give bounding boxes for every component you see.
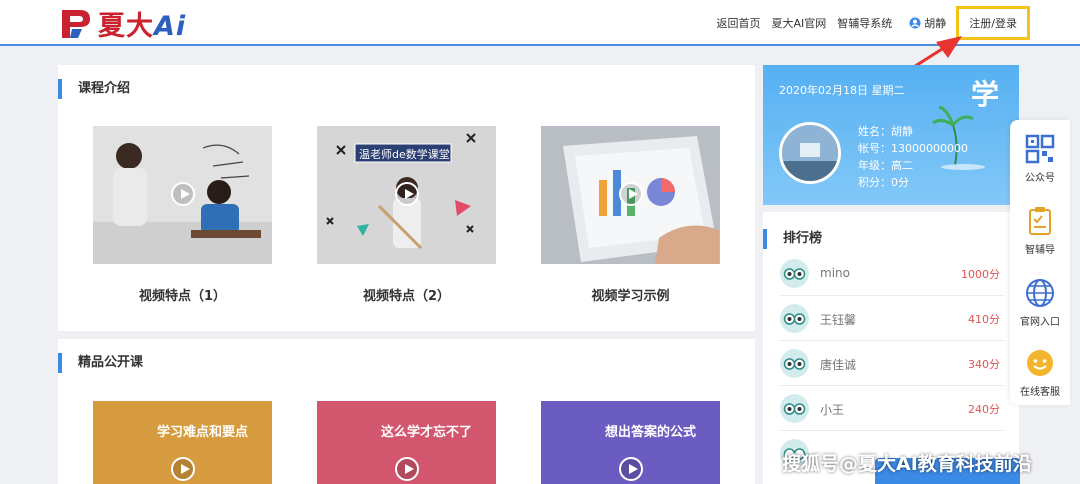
profile-info: 姓名：胡静 帐号：13000000000 年级：高二 积分：0分 xyxy=(858,123,968,191)
video-board-text: 温老师de数学课堂 xyxy=(359,148,450,161)
course-intro-card: 课程介绍 视频特点（1） 温老师de数学课堂 视频特点（2） 视频学习示例 xyxy=(58,65,755,331)
course-intro-title: 课程介绍 xyxy=(58,79,130,99)
list-item[interactable]: 小王 240分 xyxy=(780,386,1004,431)
rank-name: 唐佳诚 xyxy=(820,358,857,372)
clipboard-icon xyxy=(1029,207,1051,235)
watermark-text: 搜狐号@夏大AI教育科技前沿 xyxy=(782,453,1032,475)
top-header: 夏大Ai 返回首页 夏大AI官网 智辅导系统 胡静 注册/登录 xyxy=(0,0,1080,46)
play-icon[interactable] xyxy=(619,457,643,481)
logo-text: 夏大Ai xyxy=(98,4,186,43)
logo-icon xyxy=(62,9,90,38)
logo-text-ai: Ai xyxy=(154,11,187,42)
video-thumb-3[interactable] xyxy=(541,126,720,264)
profile-points-line: 积分：0分 xyxy=(858,176,909,189)
video-caption-2[interactable]: 视频特点（2） xyxy=(317,285,496,304)
side-item-label: 官网入口 xyxy=(1020,317,1060,328)
open-video-thumb-3[interactable]: 想出答案的公式 xyxy=(541,401,720,484)
open-course-title: 精品公开课 xyxy=(58,353,143,373)
chat-smile-icon xyxy=(1027,350,1053,376)
side-item-label: 在线客服 xyxy=(1020,387,1060,398)
play-icon[interactable] xyxy=(171,457,195,481)
side-item-official[interactable]: 官网入口 xyxy=(1010,278,1070,328)
play-icon[interactable] xyxy=(395,182,419,206)
owl-avatar-icon xyxy=(780,304,809,333)
profile-name-line: 姓名：胡静 xyxy=(858,125,913,138)
rank-name: mino xyxy=(820,266,850,280)
profile-card: 2020年02月18日 星期二 学 姓名：胡静 帐号：13000000000 年… xyxy=(763,65,1019,205)
qr-code-icon xyxy=(1025,134,1055,164)
profile-date: 2020年02月18日 星期二 xyxy=(779,84,905,97)
side-item-tutor[interactable]: 智辅导 xyxy=(1010,206,1070,256)
user-name: 胡静 xyxy=(924,17,947,30)
side-item-label: 智辅导 xyxy=(1025,245,1055,256)
list-item[interactable]: 唐佳诚 340分 xyxy=(780,341,1004,386)
open-video-thumb-2[interactable]: 这么学才忘不了 xyxy=(317,401,496,484)
profile-grade-line: 年级：高二 xyxy=(858,159,913,172)
owl-avatar-icon xyxy=(780,394,809,423)
open-course-card: 精品公开课 学习难点和要点 这么学才忘不了 想出答案的公式 xyxy=(58,339,755,484)
rank-score: 1000分 xyxy=(961,268,1000,281)
avatar-image xyxy=(782,125,838,181)
open-video-thumb-1[interactable]: 学习难点和要点 xyxy=(93,401,272,484)
ranking-title: 排行榜 xyxy=(763,229,822,249)
rank-score: 240分 xyxy=(968,403,1000,416)
owl-avatar-icon xyxy=(780,349,809,378)
side-item-label: 公众号 xyxy=(1025,173,1055,184)
top-nav: 返回首页 夏大AI官网 智辅导系统 胡静 注册/登录 xyxy=(706,6,1030,40)
video-caption-1[interactable]: 视频特点（1） xyxy=(93,285,272,304)
user-icon xyxy=(909,17,921,29)
rank-name: 王钰馨 xyxy=(820,313,857,327)
video-caption-3[interactable]: 视频学习示例 xyxy=(541,285,720,304)
login-register-button[interactable]: 注册/登录 xyxy=(956,6,1030,40)
rank-name: 小王 xyxy=(820,403,845,417)
site-logo[interactable]: 夏大Ai xyxy=(58,4,186,43)
owl-avatar-icon xyxy=(780,259,809,288)
profile-xue-text: 学 xyxy=(970,78,999,111)
video-thumb-2[interactable]: 温老师de数学课堂 xyxy=(317,126,496,264)
nav-tutor-system-link[interactable]: 智辅导系统 xyxy=(837,15,892,31)
video-thumb-1[interactable] xyxy=(93,126,272,264)
ranking-card: 排行榜 mino 1000分 王钰馨 410分 唐佳诚 340分 小王 240分 xyxy=(763,212,1019,484)
side-item-service[interactable]: 在线客服 xyxy=(1010,348,1070,398)
user-menu[interactable]: 胡静 xyxy=(909,15,946,31)
side-item-wechat[interactable]: 公众号 xyxy=(1010,134,1070,184)
play-icon[interactable] xyxy=(395,457,419,481)
open-video-overlay-1: 学习难点和要点 xyxy=(157,425,249,440)
play-icon[interactable] xyxy=(171,182,195,206)
play-icon[interactable] xyxy=(619,182,643,206)
globe-icon xyxy=(1026,279,1054,307)
rank-score: 410分 xyxy=(968,313,1000,326)
avatar[interactable] xyxy=(779,122,841,184)
logo-text-cn: 夏大 xyxy=(98,11,154,42)
list-item[interactable]: mino 1000分 xyxy=(780,251,1004,296)
rank-score: 340分 xyxy=(968,358,1000,371)
open-video-overlay-3: 想出答案的公式 xyxy=(605,425,697,440)
open-video-overlay-2: 这么学才忘不了 xyxy=(381,425,473,440)
nav-home-link[interactable]: 返回首页 xyxy=(717,15,761,31)
nav-official-site-link[interactable]: 夏大AI官网 xyxy=(772,15,827,31)
profile-account-line: 帐号：13000000000 xyxy=(858,142,968,155)
list-item[interactable]: 王钰馨 410分 xyxy=(780,296,1004,341)
side-float-bar: 公众号 智辅导 官网入口 在线客服 xyxy=(1010,120,1070,405)
